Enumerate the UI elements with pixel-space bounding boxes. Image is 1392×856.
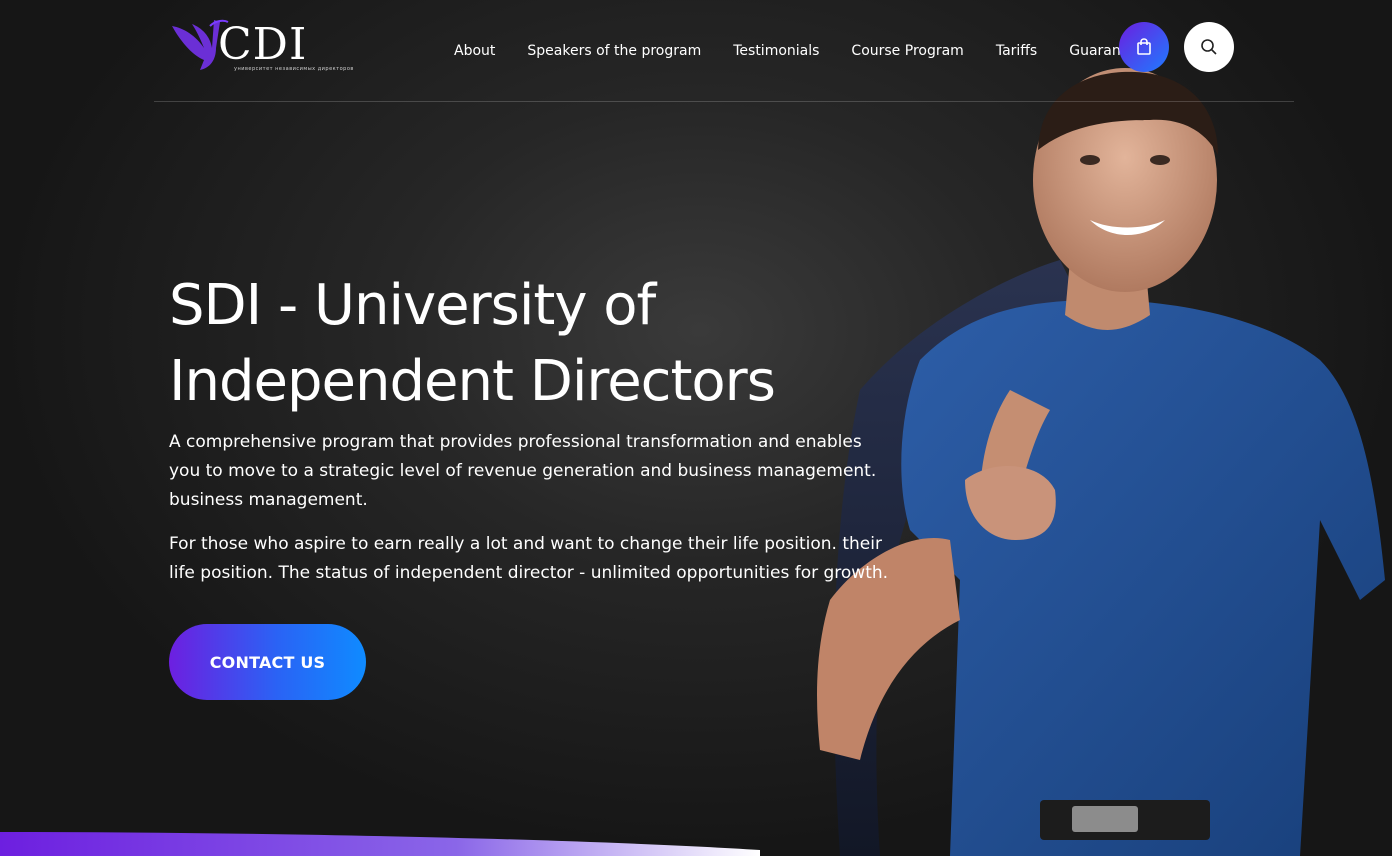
logo-text: CDI <box>218 19 308 70</box>
main-nav: About Speakers of the program Testimonia… <box>454 40 1151 62</box>
nav-item-testimonials[interactable]: Testimonials <box>733 40 819 62</box>
search-button[interactable] <box>1184 22 1234 72</box>
site-header: CDI университет независимых директоров A… <box>154 0 1294 102</box>
logo[interactable]: CDI университет независимых директоров <box>170 18 353 76</box>
nav-item-speakers[interactable]: Speakers of the program <box>527 40 701 62</box>
contact-us-button[interactable]: CONTACT US <box>169 624 366 700</box>
hero-title: SDI - University of Independent Director… <box>169 273 776 414</box>
nav-item-course-program[interactable]: Course Program <box>851 40 963 62</box>
bottom-wave-decoration <box>0 832 760 856</box>
logo-subtitle: университет независимых директоров <box>234 66 354 72</box>
page: CDI университет независимых директоров A… <box>0 0 1392 856</box>
cart-button[interactable] <box>1119 22 1169 72</box>
shopping-bag-icon <box>1137 38 1151 55</box>
hero-description: A comprehensive program that provides pr… <box>169 432 877 510</box>
search-icon <box>1201 39 1217 55</box>
nav-item-about[interactable]: About <box>454 40 495 62</box>
nav-item-tariffs[interactable]: Tariffs <box>996 40 1037 62</box>
hero-subdescription: For those who aspire to earn really a lo… <box>169 534 889 583</box>
